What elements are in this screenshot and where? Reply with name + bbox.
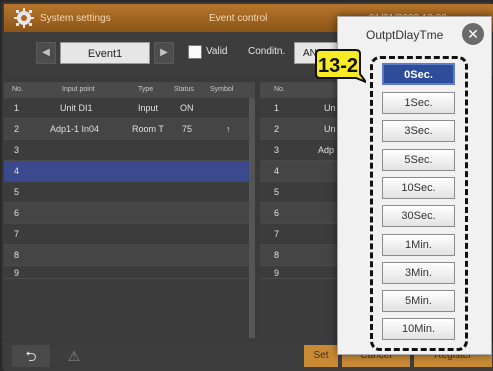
option-3sec-button[interactable]: 3Sec. xyxy=(382,120,455,142)
table-row[interactable]: 1 Unit DI1 Input ON xyxy=(4,98,255,119)
option-3min-button[interactable]: 3Min. xyxy=(382,262,455,284)
option-30sec-button[interactable]: 30Sec. xyxy=(382,205,455,227)
col-input-point: Input point xyxy=(62,86,95,93)
callout-label: 13-2 xyxy=(318,55,358,77)
table-scrollbar[interactable] xyxy=(249,98,255,338)
close-icon[interactable]: ✕ xyxy=(462,23,484,45)
app-title: System settings xyxy=(40,13,111,24)
option-10sec-button[interactable]: 10Sec. xyxy=(382,177,455,199)
valid-label: Valid xyxy=(206,46,228,57)
col-no: No. xyxy=(12,86,23,93)
option-5sec-button[interactable]: 5Sec. xyxy=(382,149,455,171)
table-row-selected[interactable]: 4 xyxy=(4,161,255,182)
gear-icon xyxy=(14,8,34,28)
dialog-title: OutptDlayTme xyxy=(366,28,444,42)
table-row[interactable]: 7 xyxy=(4,224,255,245)
screen-title: Event control xyxy=(209,13,268,24)
valid-checkbox[interactable] xyxy=(188,45,202,59)
option-1sec-button[interactable]: 1Sec. xyxy=(382,92,455,114)
table-row[interactable]: 9 xyxy=(4,266,255,279)
table-row[interactable]: 2 Adp1-1 In04 Room T 75 ↑ xyxy=(4,119,255,140)
step-callout-badge: 13-2 xyxy=(315,49,366,84)
prev-event-button[interactable]: ◀ xyxy=(36,42,56,64)
set-button[interactable]: Set xyxy=(304,345,338,367)
next-event-button[interactable]: ▶ xyxy=(154,42,174,64)
col-type: Type xyxy=(138,86,154,93)
table-row[interactable]: 8 xyxy=(4,245,255,266)
input-point-table: No. Input point Type Status Symbol 1 Uni… xyxy=(4,82,255,340)
event-name-field[interactable]: Event1 xyxy=(60,42,150,64)
option-5min-button[interactable]: 5Min. xyxy=(382,290,455,312)
table-header: No. Input point Type Status Symbol xyxy=(4,82,255,98)
condition-label: Conditn. xyxy=(248,46,286,57)
table-row[interactable]: 5 xyxy=(4,182,255,203)
table-row[interactable]: 3 xyxy=(4,140,255,161)
col-symbol: Symbol xyxy=(210,86,234,93)
option-1min-button[interactable]: 1Min. xyxy=(382,234,455,256)
warning-icon[interactable]: ⚠ xyxy=(54,345,94,367)
option-10min-button[interactable]: 10Min. xyxy=(382,318,455,340)
back-icon[interactable]: ⮌ xyxy=(12,345,50,367)
col-status: Status xyxy=(174,86,194,93)
table-row[interactable]: 6 xyxy=(4,203,255,224)
option-0sec-button[interactable]: 0Sec. xyxy=(382,63,455,85)
